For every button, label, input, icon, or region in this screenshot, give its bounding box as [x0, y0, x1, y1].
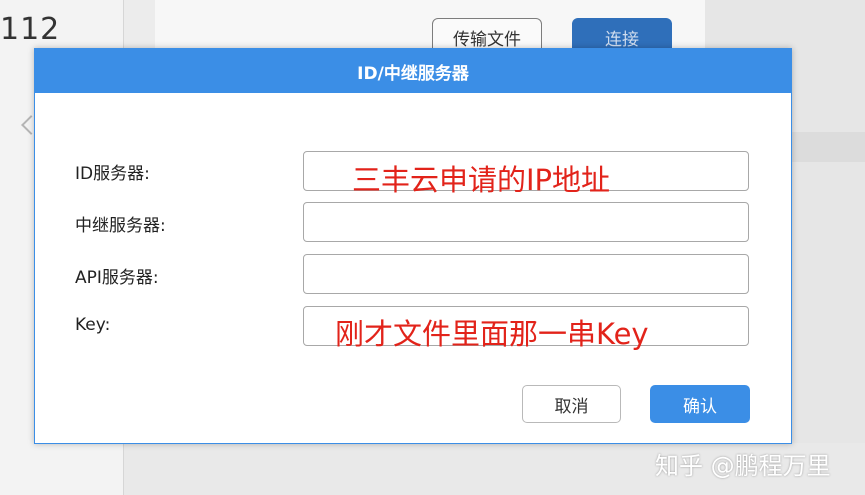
api-server-label: API服务器: [75, 268, 159, 288]
key-annotation: 刚才文件里面那一串Key [335, 317, 649, 351]
relay-server-label: 中继服务器: [75, 216, 166, 236]
background-strip [790, 132, 865, 162]
id-server-annotation: 三丰云申请的IP地址 [352, 163, 611, 197]
api-server-input[interactable] [303, 254, 749, 294]
device-id-fragment: 112 [0, 12, 61, 47]
watermark: 知乎 @鹏程万里 [655, 452, 831, 480]
id-server-label: ID服务器: [75, 164, 150, 184]
cancel-button[interactable]: 取消 [522, 385, 621, 423]
server-settings-dialog: ID/中继服务器 ID服务器: 中继服务器: API服务器: Key: 三丰云申… [34, 48, 792, 444]
key-label: Key: [75, 315, 111, 335]
dialog-title: ID/中继服务器 [35, 49, 791, 93]
confirm-button[interactable]: 确认 [650, 385, 750, 423]
relay-server-input[interactable] [303, 202, 749, 242]
